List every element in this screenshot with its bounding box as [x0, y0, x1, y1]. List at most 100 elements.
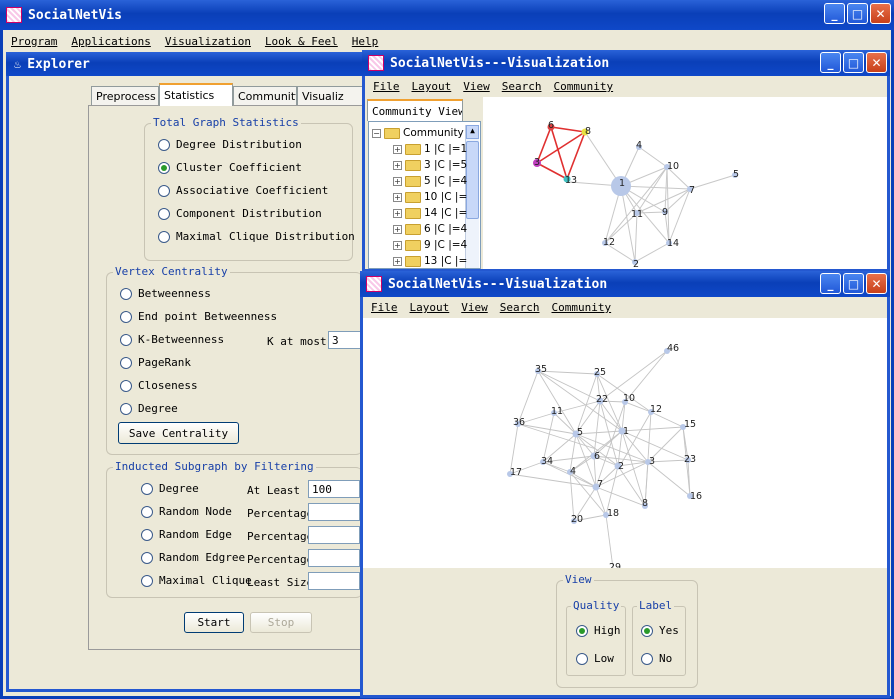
tree-item[interactable]: +6 |C |=4	[393, 223, 467, 235]
expand-icon[interactable]: +	[393, 144, 402, 154]
opt-associative-coefficient[interactable]: Associative Coefficient	[158, 184, 328, 197]
expand-icon[interactable]: +	[393, 224, 402, 234]
random-edge-input[interactable]	[308, 526, 360, 544]
opt-endpoint-betweenness[interactable]: End point Betweenness	[120, 310, 277, 323]
opt-maximal-clique[interactable]: Maximal Clique	[141, 574, 252, 587]
opt-betweenness[interactable]: Betweenness	[120, 287, 211, 300]
maximize-button[interactable]: □	[847, 3, 868, 24]
maximize-button[interactable]: □	[843, 52, 864, 73]
radio-icon[interactable]	[141, 482, 153, 495]
tree-item[interactable]: +9 |C |=4	[393, 239, 467, 251]
tab-statistics[interactable]: Statistics	[159, 83, 233, 106]
opt-quality-low[interactable]: Low	[576, 652, 614, 665]
opt-cluster-coefficient[interactable]: Cluster Coefficient	[158, 161, 302, 174]
save-centrality-button[interactable]: Save Centrality	[118, 422, 239, 444]
k-value-input[interactable]: 3	[328, 331, 362, 349]
vis1-titlebar[interactable]: SocialNetVis---Visualization _ □ ✕	[362, 50, 890, 76]
radio-icon[interactable]	[120, 287, 132, 300]
filter-degree-input[interactable]: 100	[308, 480, 360, 498]
scroll-thumb[interactable]	[466, 141, 479, 219]
radio-icon[interactable]	[576, 652, 588, 665]
tab-visualization[interactable]: Visualiz	[297, 86, 363, 106]
radio-icon[interactable]	[120, 402, 132, 415]
tree-item[interactable]: +1 |C |=1	[393, 143, 467, 155]
radio-icon[interactable]	[141, 551, 153, 564]
menu-search[interactable]: Search	[500, 301, 540, 314]
menu-file[interactable]: File	[373, 80, 400, 93]
tab-preprocess[interactable]: Preprocess	[91, 86, 159, 106]
opt-filter-degree[interactable]: Degree	[141, 482, 199, 495]
opt-random-edge[interactable]: Random Edge	[141, 528, 232, 541]
radio-icon[interactable]	[120, 356, 132, 369]
menu-view[interactable]: View	[461, 301, 488, 314]
collapse-icon[interactable]: −	[372, 128, 381, 138]
opt-closeness[interactable]: Closeness	[120, 379, 198, 392]
vis2-titlebar[interactable]: SocialNetVis---Visualization _ □ ✕	[360, 271, 890, 297]
close-button[interactable]: ✕	[870, 3, 891, 24]
close-button[interactable]: ✕	[866, 52, 887, 73]
scroll-up-icon[interactable]: ▲	[466, 125, 479, 139]
menu-search[interactable]: Search	[502, 80, 542, 93]
opt-maximal-clique-distribution[interactable]: Maximal Clique Distribution	[158, 230, 355, 243]
menu-layout[interactable]: Layout	[410, 301, 450, 314]
menu-applications[interactable]: Applications	[71, 35, 150, 48]
radio-icon[interactable]	[120, 333, 132, 346]
tree-item[interactable]: +5 |C |=4	[393, 175, 467, 187]
opt-quality-high[interactable]: High	[576, 624, 621, 637]
radio-icon[interactable]	[158, 161, 170, 174]
radio-icon[interactable]	[141, 528, 153, 541]
menu-visualization[interactable]: Visualization	[165, 35, 251, 48]
expand-icon[interactable]: +	[393, 192, 402, 202]
tree-item[interactable]: +3 |C |=5	[393, 159, 467, 171]
opt-random-node[interactable]: Random Node	[141, 505, 232, 518]
close-button[interactable]: ✕	[866, 273, 887, 294]
maximal-clique-input[interactable]	[308, 572, 360, 590]
explorer-titlebar[interactable]: ♨ Explorer	[6, 52, 366, 76]
radio-icon[interactable]	[641, 652, 653, 665]
minimize-button[interactable]: _	[820, 273, 841, 294]
menu-community[interactable]: Community	[554, 80, 614, 93]
menu-help[interactable]: Help	[352, 35, 379, 48]
expand-icon[interactable]: +	[393, 256, 402, 266]
opt-label-no[interactable]: No	[641, 652, 672, 665]
menu-look-feel[interactable]: Look & Feel	[265, 35, 338, 48]
radio-icon[interactable]	[120, 310, 132, 323]
radio-icon[interactable]	[641, 624, 653, 637]
radio-icon[interactable]	[158, 207, 170, 220]
tree-item[interactable]: +10 |C |=	[393, 191, 467, 203]
opt-degree-distribution[interactable]: Degree Distribution	[158, 138, 302, 151]
maximize-button[interactable]: □	[843, 273, 864, 294]
tab-community-view[interactable]: Community View	[367, 99, 463, 121]
opt-k-betweenness[interactable]: K-Betweenness	[120, 333, 224, 346]
tree-item[interactable]: +13 |C |=	[393, 255, 467, 267]
main-titlebar[interactable]: SocialNetVis _ □ ✕	[0, 0, 894, 30]
stop-button[interactable]: Stop	[250, 612, 312, 633]
opt-pagerank[interactable]: PageRank	[120, 356, 191, 369]
community-graph[interactable]: 6 8 3 13 4 10 7 5 1 11 9 12 14 2	[485, 97, 887, 269]
radio-icon[interactable]	[576, 624, 588, 637]
minimize-button[interactable]: _	[820, 52, 841, 73]
menu-view[interactable]: View	[463, 80, 490, 93]
menu-community[interactable]: Community	[552, 301, 612, 314]
radio-icon[interactable]	[158, 230, 170, 243]
expand-icon[interactable]: +	[393, 176, 402, 186]
expand-icon[interactable]: +	[393, 160, 402, 170]
radio-icon[interactable]	[141, 574, 153, 587]
expand-icon[interactable]: +	[393, 208, 402, 218]
opt-degree-centrality[interactable]: Degree	[120, 402, 178, 415]
opt-label-yes[interactable]: Yes	[641, 624, 679, 637]
expand-icon[interactable]: +	[393, 240, 402, 250]
radio-icon[interactable]	[158, 184, 170, 197]
random-edgree-input[interactable]	[308, 549, 360, 567]
start-button[interactable]: Start	[184, 612, 244, 633]
minimize-button[interactable]: _	[824, 3, 845, 24]
opt-component-distribution[interactable]: Component Distribution	[158, 207, 322, 220]
radio-icon[interactable]	[120, 379, 132, 392]
network-graph[interactable]: 46 35 25 22 10 12 11 36 5 1 15 34 6 2 3 …	[363, 318, 887, 568]
radio-icon[interactable]	[141, 505, 153, 518]
tab-community[interactable]: Community	[233, 86, 297, 106]
random-node-input[interactable]	[308, 503, 360, 521]
menu-program[interactable]: Program	[11, 35, 57, 48]
menu-layout[interactable]: Layout	[412, 80, 452, 93]
radio-icon[interactable]	[158, 138, 170, 151]
